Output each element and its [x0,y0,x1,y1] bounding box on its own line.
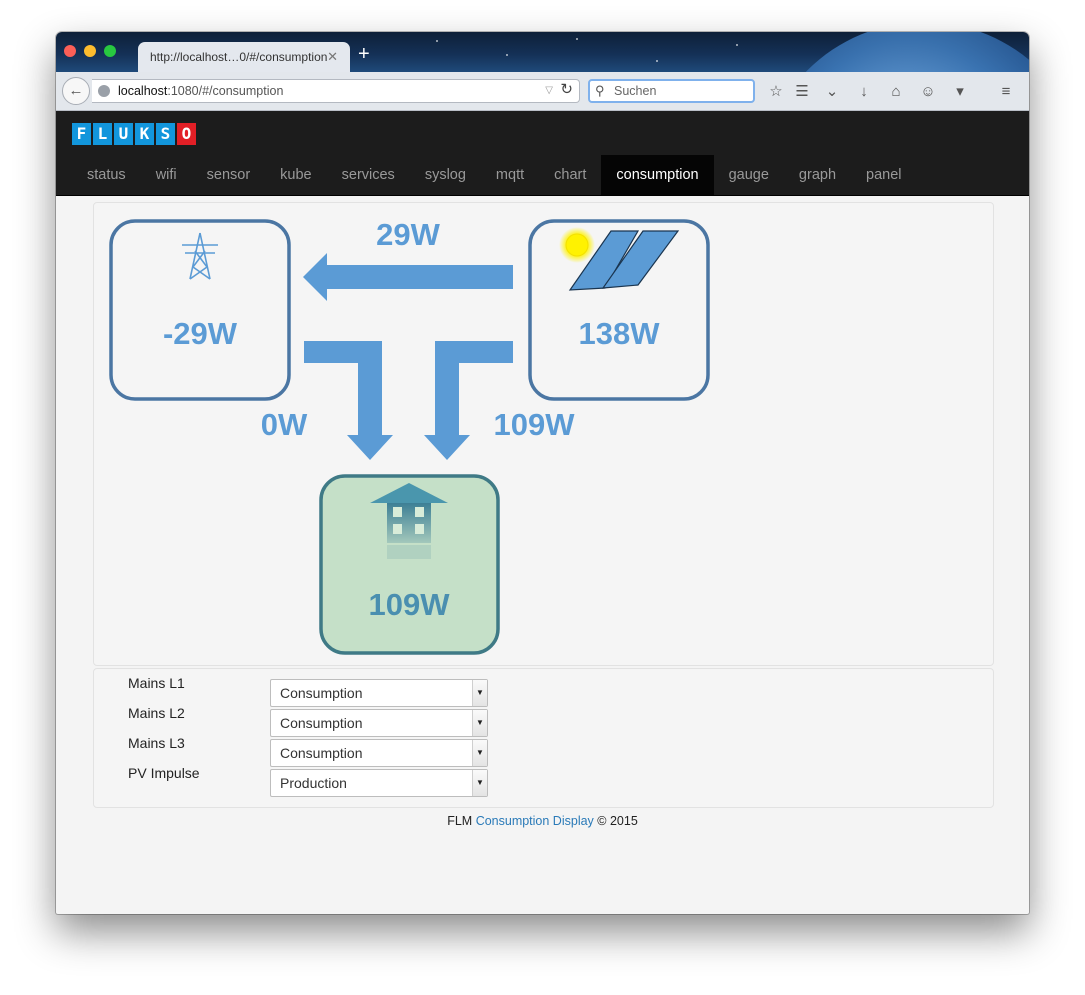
footer-link[interactable]: Consumption Display [476,814,594,828]
nav-panel[interactable]: panel [851,155,916,195]
grid-to-house-value: 0W [261,407,308,442]
sensor-label: Mains L3 [128,735,185,751]
logo-letter: O [177,123,196,145]
reload-icon[interactable]: ↻ [560,79,573,101]
browser-toolbar: ← localhost:1080/#/consumption ▽ ↻ ⚲ Suc… [56,72,1029,111]
tab-title: http://localhost…0/#/consumption [150,50,328,64]
power-flow-panel: -29W 138W 29W 0W 109W 109W [93,202,994,666]
app-header: F L U K S O status wifi sensor kube serv… [56,111,1029,196]
chevron-down-icon: ▼ [472,740,487,766]
chevron-down-icon: ▼ [472,680,487,706]
select-value: Consumption [280,685,363,701]
nav-sensor[interactable]: sensor [192,155,266,195]
sensor-label: PV Impulse [128,765,200,781]
solar-to-grid-value: 29W [376,217,440,252]
smiley-icon[interactable]: ☺ [918,82,938,102]
house-power-value: 109W [369,587,451,622]
solar-power-value: 138W [579,316,661,351]
minimize-window-button[interactable] [84,45,96,57]
nav-gauge[interactable]: gauge [714,155,784,195]
menu-icon[interactable]: ≡ [996,82,1016,102]
solar-to-house-value: 109W [494,407,576,442]
sensor-label: Mains L1 [128,675,185,691]
sensor-type-select[interactable]: Consumption ▼ [270,679,488,707]
nav-graph[interactable]: graph [784,155,851,195]
nav-kube[interactable]: kube [265,155,326,195]
new-tab-button[interactable]: + [358,44,370,64]
logo-letter: L [93,123,112,145]
title-bar: http://localhost…0/#/consumption ✕ + [56,32,1029,72]
logo-letter: F [72,123,91,145]
grid-power-value: -29W [163,316,238,351]
nav-services[interactable]: services [327,155,410,195]
search-placeholder: Suchen [614,84,657,98]
footer-prefix: FLM [447,814,473,828]
grid-to-house-arrow [304,341,393,460]
nav-status[interactable]: status [72,155,141,195]
url-text: localhost:1080/#/consumption [118,84,284,98]
reading-list-icon[interactable]: ☰ [792,82,812,102]
tab-close-icon[interactable]: ✕ [327,42,338,72]
power-flow-diagram: -29W 138W 29W 0W 109W 109W [109,217,710,655]
grid-box [109,219,291,401]
search-input[interactable]: ⚲ Suchen [588,79,755,103]
footer: FLM Consumption Display © 2015 [56,814,1029,828]
sensor-type-select[interactable]: Consumption ▼ [270,739,488,767]
browser-tab[interactable]: http://localhost…0/#/consumption ✕ [138,42,350,72]
zoom-window-button[interactable] [104,45,116,57]
nav-chart[interactable]: chart [539,155,601,195]
sensor-row: Mains L3 Consumption ▼ [94,735,993,769]
browser-window: http://localhost…0/#/consumption ✕ + ← l… [56,32,1029,914]
sensor-label: Mains L2 [128,705,185,721]
logo-letter: U [114,123,133,145]
sensor-row: Mains L2 Consumption ▼ [94,705,993,739]
download-icon[interactable]: ↓ [854,82,874,102]
select-value: Production [280,775,347,791]
sensor-type-select[interactable]: Consumption ▼ [270,709,488,737]
logo-letter: K [135,123,154,145]
nav-consumption[interactable]: consumption [601,155,714,195]
sensor-config-panel: Mains L1 Consumption ▼ Mains L2 Consumpt… [93,668,994,808]
save-icon[interactable]: ▾ [950,82,970,102]
nav-syslog[interactable]: syslog [410,155,481,195]
sensor-row: Mains L1 Consumption ▼ [94,675,993,709]
footer-copyright: © 2015 [597,814,638,828]
home-icon[interactable]: ⌂ [886,82,906,102]
url-history-dropdown-icon[interactable]: ▽ [545,80,553,102]
pocket-icon[interactable]: ⌄ [822,82,842,102]
chevron-down-icon: ▼ [472,770,487,796]
bookmark-star-icon[interactable]: ☆ [766,82,786,102]
select-value: Consumption [280,745,363,761]
back-button[interactable]: ← [62,77,90,105]
sensor-type-select[interactable]: Production ▼ [270,769,488,797]
nav-wifi[interactable]: wifi [141,155,192,195]
sensor-row: PV Impulse Production ▼ [94,765,993,799]
earth-background-image [759,32,1029,72]
search-icon: ⚲ [595,83,605,98]
nav-mqtt[interactable]: mqtt [481,155,539,195]
flukso-logo[interactable]: F L U K S O [72,123,198,145]
close-window-button[interactable] [64,45,76,57]
select-value: Consumption [280,715,363,731]
solar-to-house-arrow [424,341,513,460]
logo-letter: S [156,123,175,145]
globe-icon [98,85,110,97]
chevron-down-icon: ▼ [472,710,487,736]
url-bar[interactable]: localhost:1080/#/consumption ▽ ↻ [92,79,580,103]
main-nav: status wifi sensor kube services syslog … [72,155,917,195]
solar-to-grid-arrow [303,253,513,301]
